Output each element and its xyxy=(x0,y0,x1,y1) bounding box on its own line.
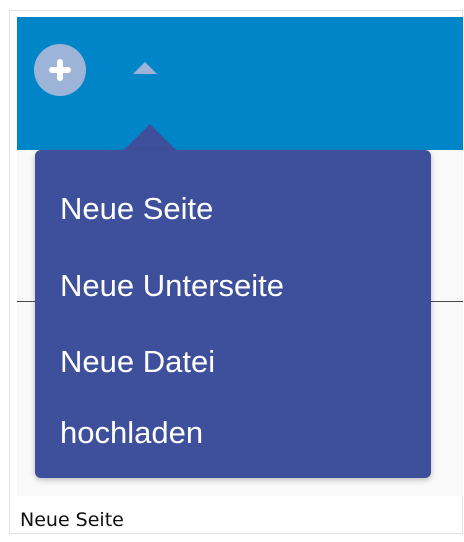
top-toolbar xyxy=(17,17,463,150)
menu-item-upload-file[interactable]: Neue Datei xyxy=(60,344,215,380)
image-caption: Neue Seite xyxy=(20,509,124,531)
add-dropdown-menu: Neue Seite Neue Unterseite Neue Datei ho… xyxy=(35,150,431,478)
menu-pointer-arrow xyxy=(124,124,176,150)
menu-item-upload-file-line2[interactable]: hochladen xyxy=(60,415,203,451)
caret-up-icon[interactable] xyxy=(133,62,157,74)
menu-item-new-page[interactable]: Neue Seite xyxy=(60,191,213,227)
menu-item-new-subpage[interactable]: Neue Unterseite xyxy=(60,268,284,304)
add-button[interactable] xyxy=(34,44,86,96)
plus-icon-vertical xyxy=(57,59,63,81)
